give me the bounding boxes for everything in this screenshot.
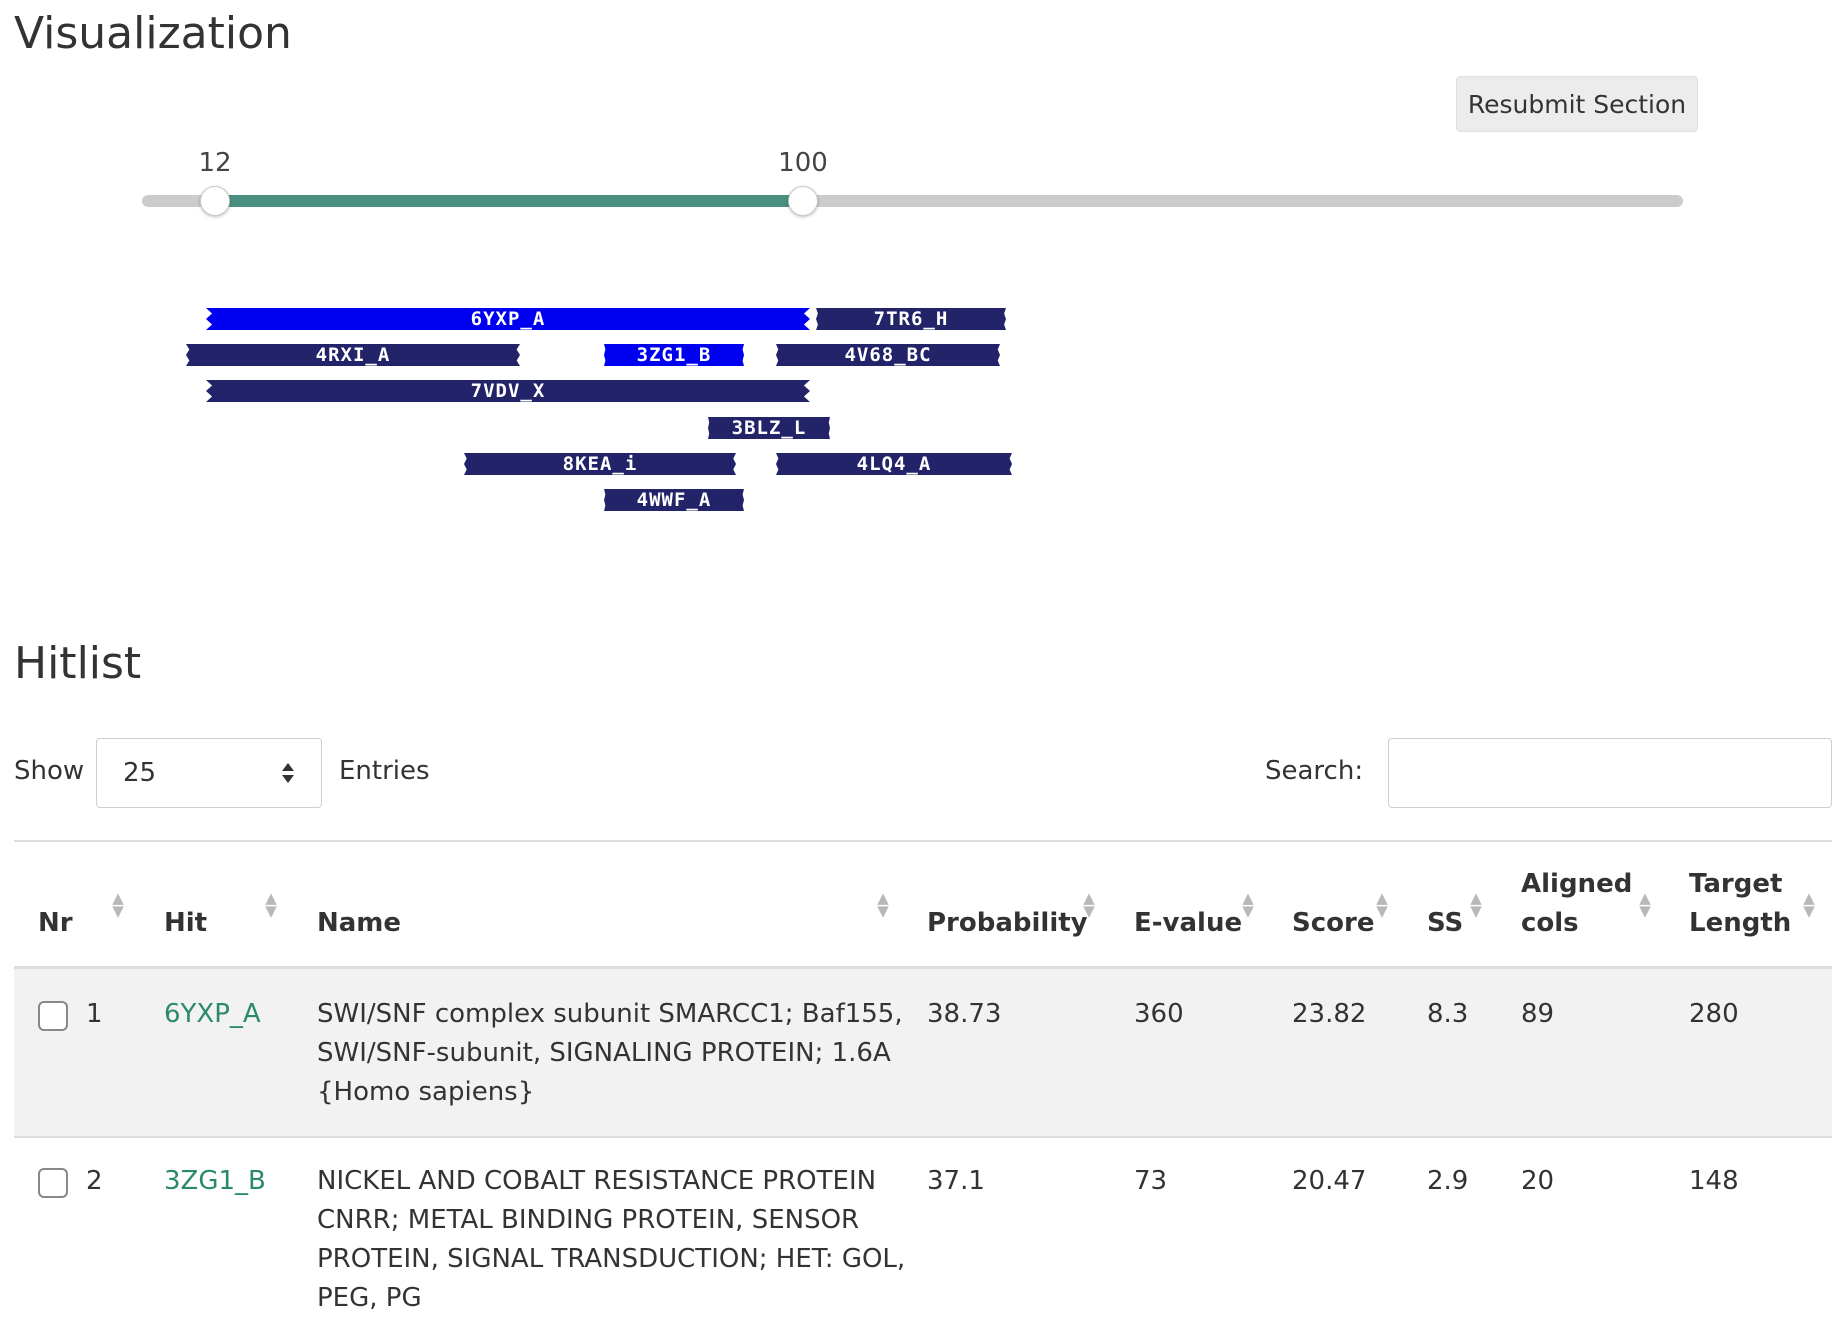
row-divider xyxy=(14,1136,1832,1138)
hit-bar[interactable]: 7VDV_X xyxy=(206,380,810,402)
aligned-cols-cell: 89 xyxy=(1521,999,1555,1029)
hit-bar[interactable]: 3ZG1_B xyxy=(604,344,744,366)
hit-name-line: SWI/SNF-subunit, SIGNALING PROTEIN; 1.6A xyxy=(317,1038,891,1068)
sort-icon[interactable]: ▲ ▼ xyxy=(1637,891,1653,919)
ss-cell: 8.3 xyxy=(1427,999,1469,1029)
hit-name-line: PEG, PG xyxy=(317,1283,422,1313)
column-header-ss[interactable]: SS xyxy=(1427,904,1463,943)
sort-icon[interactable]: ▲ ▼ xyxy=(1801,891,1817,919)
target-length-cell: 280 xyxy=(1689,999,1739,1029)
table-top-divider xyxy=(14,840,1832,842)
search-input[interactable] xyxy=(1388,738,1832,808)
evalue-cell: 360 xyxy=(1134,999,1184,1029)
ss-cell: 2.9 xyxy=(1427,1166,1469,1196)
column-header-aligned-cols-line1[interactable]: Aligned xyxy=(1521,865,1632,904)
hit-bar[interactable]: 3BLZ_L xyxy=(708,417,830,439)
sort-icon[interactable]: ▲ ▼ xyxy=(1468,891,1484,919)
select-updown-icon xyxy=(282,763,294,783)
hit-link[interactable]: 3ZG1_B xyxy=(164,1162,266,1201)
sort-icon[interactable]: ▲ ▼ xyxy=(1240,891,1256,919)
hit-bar[interactable]: 7TR6_H xyxy=(816,308,1006,330)
hitlist-title: Hitlist xyxy=(14,638,142,689)
resubmit-section-button[interactable]: Resubmit Section xyxy=(1456,76,1698,132)
sort-icon[interactable]: ▲ ▼ xyxy=(263,891,279,919)
search-label: Search: xyxy=(1265,756,1364,786)
column-header-aligned-cols-line2[interactable]: cols xyxy=(1521,904,1579,943)
sort-icon[interactable]: ▲ ▼ xyxy=(1081,891,1097,919)
row-select-checkbox[interactable] xyxy=(38,1168,68,1198)
column-header-nr[interactable]: Nr xyxy=(38,904,73,943)
row-nr: 2 xyxy=(86,1166,103,1196)
row-nr: 1 xyxy=(86,999,103,1029)
aligned-cols-cell: 20 xyxy=(1521,1166,1555,1196)
score-cell: 20.47 xyxy=(1292,1166,1367,1196)
column-header-evalue[interactable]: E-value xyxy=(1134,904,1242,943)
evalue-cell: 73 xyxy=(1134,1166,1168,1196)
hit-name-line: {Homo sapiens} xyxy=(317,1077,535,1107)
range-slider-selection xyxy=(215,195,803,207)
slider-start-value: 12 xyxy=(198,148,232,178)
table-row xyxy=(14,969,1832,1136)
sort-icon[interactable]: ▲ ▼ xyxy=(875,891,891,919)
show-label: Show xyxy=(14,756,85,786)
hit-bar[interactable]: 8KEA_i xyxy=(464,453,736,475)
column-header-name[interactable]: Name xyxy=(317,904,401,943)
hit-name-line: NICKEL AND COBALT RESISTANCE PROTEIN xyxy=(317,1166,877,1196)
target-length-cell: 148 xyxy=(1689,1166,1739,1196)
hit-name-line: CNRR; METAL BINDING PROTEIN, SENSOR xyxy=(317,1205,860,1235)
column-header-score[interactable]: Score xyxy=(1292,904,1374,943)
column-header-hit[interactable]: Hit xyxy=(164,904,207,943)
entries-label: Entries xyxy=(339,756,430,786)
hit-name-line: PROTEIN, SIGNAL TRANSDUCTION; HET: GOL, xyxy=(317,1244,906,1274)
row-select-checkbox[interactable] xyxy=(38,1001,68,1031)
slider-end-value: 100 xyxy=(778,148,828,178)
entries-per-page-value: 25 xyxy=(123,758,157,788)
score-cell: 23.82 xyxy=(1292,999,1367,1029)
sort-icon[interactable]: ▲ ▼ xyxy=(1374,891,1390,919)
hit-bar[interactable]: 6YXP_A xyxy=(206,308,810,330)
sort-icon[interactable]: ▲ ▼ xyxy=(110,891,126,919)
column-header-target-length-line2[interactable]: Length xyxy=(1689,904,1791,943)
entries-per-page-select[interactable]: 25 xyxy=(96,738,322,808)
range-slider-end-handle[interactable] xyxy=(788,186,818,216)
hit-bar[interactable]: 4LQ4_A xyxy=(776,453,1012,475)
hit-bar[interactable]: 4V68_BC xyxy=(776,344,1000,366)
hit-bar[interactable]: 4RXI_A xyxy=(186,344,520,366)
range-slider-start-handle[interactable] xyxy=(200,186,230,216)
column-header-target-length-line1[interactable]: Target xyxy=(1689,865,1782,904)
visualization-title: Visualization xyxy=(14,8,292,59)
hit-link[interactable]: 6YXP_A xyxy=(164,995,261,1034)
column-header-probability[interactable]: Probability xyxy=(927,904,1088,943)
hit-bar[interactable]: 4WWF_A xyxy=(604,489,744,511)
hit-name-line: SWI/SNF complex subunit SMARCC1; Baf155, xyxy=(317,999,903,1029)
probability-cell: 37.1 xyxy=(927,1166,985,1196)
probability-cell: 38.73 xyxy=(927,999,1002,1029)
